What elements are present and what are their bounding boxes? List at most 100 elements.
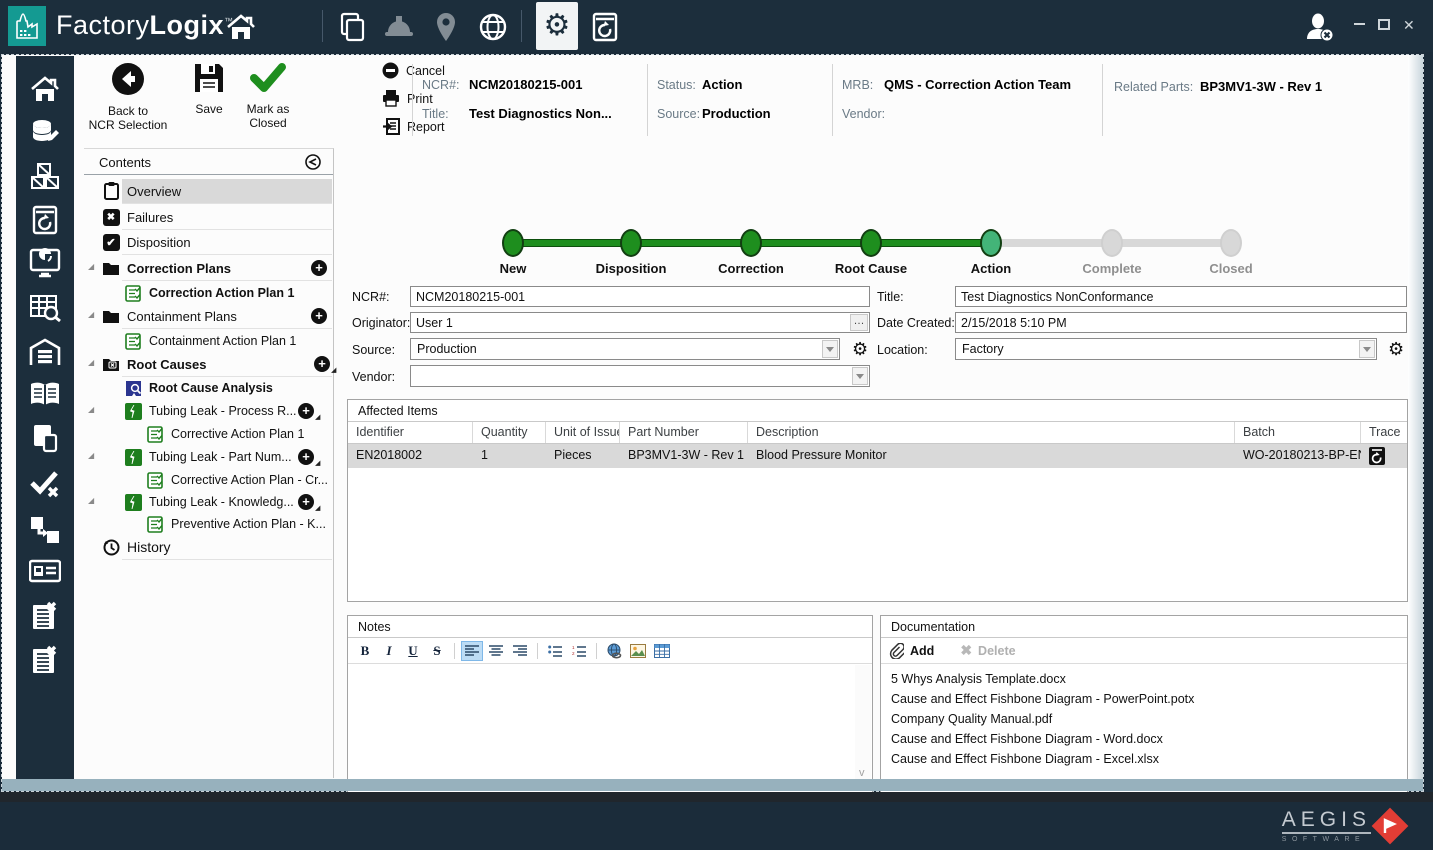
chevron-down-icon[interactable] (1359, 340, 1375, 358)
book-icon[interactable] (29, 378, 61, 410)
align-left-icon[interactable] (461, 640, 483, 661)
trace-refresh-icon[interactable] (1361, 444, 1407, 468)
copy-pages-icon[interactable] (29, 422, 61, 454)
originator-input[interactable] (410, 312, 870, 333)
collapse-panel-icon[interactable] (305, 154, 321, 170)
italic-icon[interactable]: I (378, 641, 400, 661)
cancel-button[interactable]: Cancel (382, 62, 445, 79)
add-dropdown-caret-icon[interactable]: ◢ (315, 459, 320, 467)
add-button[interactable]: + (298, 403, 314, 419)
gear-icon[interactable]: ⚙ (536, 2, 578, 50)
tree-item-corrective-action-plan-cr[interactable]: Corrective Action Plan - Cr... (146, 468, 328, 492)
tree-item-tubing-leak-process[interactable]: Tubing Leak - Process R... (124, 399, 297, 423)
expander-icon[interactable]: ◢ (88, 358, 94, 367)
tree-item-preventive-action-plan-k[interactable]: Preventive Action Plan - K... (146, 512, 326, 536)
tree-item-containment-action-plan-1[interactable]: Containment Action Plan 1 (124, 329, 296, 353)
column-batch[interactable]: Batch (1235, 422, 1361, 443)
chevron-down-icon[interactable] (822, 340, 838, 358)
affected-item-row[interactable]: EN2018002 1 Pieces BP3MV1-3W - Rev 1 Blo… (348, 444, 1407, 468)
add-button[interactable]: + (298, 449, 314, 465)
crates-icon[interactable] (29, 160, 61, 192)
minimize-icon[interactable] (1354, 22, 1365, 25)
close-icon[interactable]: ✕ (1403, 18, 1415, 32)
align-center-icon[interactable] (485, 641, 507, 661)
column-quantity[interactable]: Quantity (473, 422, 546, 443)
tree-item-tubing-leak-knowledge[interactable]: Tubing Leak - Knowledg... (124, 490, 294, 514)
align-right-icon[interactable] (509, 641, 531, 661)
notes-vertical-scrollbar[interactable]: v (855, 665, 871, 781)
document-file-item[interactable]: Company Quality Manual.pdf (891, 712, 1052, 726)
transfer-boxes-icon[interactable] (29, 514, 61, 546)
hardhat-icon[interactable] (382, 11, 416, 43)
add-button[interactable]: + (311, 260, 327, 276)
hyperlink-globe-icon[interactable] (603, 641, 625, 661)
ncr-input[interactable] (410, 286, 870, 307)
title-input[interactable] (955, 286, 1407, 307)
insert-image-icon[interactable] (627, 641, 649, 661)
home-icon[interactable] (224, 11, 258, 43)
database-edit-icon[interactable] (29, 117, 61, 149)
id-card-icon[interactable] (29, 555, 61, 587)
user-logout-icon[interactable] (1303, 11, 1337, 43)
tree-item-containment-plans[interactable]: Containment Plans (102, 304, 237, 328)
add-dropdown-caret-icon[interactable]: ◢ (331, 366, 336, 374)
chevron-down-icon[interactable] (852, 367, 868, 385)
location-settings-gear-icon[interactable]: ⚙ (1388, 340, 1404, 358)
add-button[interactable]: + (311, 308, 327, 324)
add-button[interactable]: + (298, 494, 314, 510)
strikethrough-icon[interactable]: S (426, 641, 448, 661)
refresh-doc-icon[interactable] (29, 204, 61, 236)
add-dropdown-caret-icon[interactable]: ◢ (315, 504, 320, 512)
tree-item-overview[interactable]: Overview (102, 179, 181, 203)
add-dropdown-caret-icon[interactable]: ◢ (315, 413, 320, 421)
tree-item-root-causes[interactable]: Root Causes (102, 352, 206, 376)
tree-item-tubing-leak-part-number[interactable]: Tubing Leak - Part Num... (124, 445, 292, 469)
tree-item-history[interactable]: History (102, 535, 171, 559)
source-select[interactable]: Production (410, 338, 840, 360)
originator-picker-button[interactable]: … (850, 314, 868, 331)
source-settings-gear-icon[interactable]: ⚙ (852, 340, 868, 358)
insert-table-icon[interactable] (651, 641, 673, 661)
location-pin-icon[interactable] (429, 11, 463, 43)
tree-item-correction-action-plan-1[interactable]: Correction Action Plan 1 (124, 281, 294, 305)
mark-as-closed-button[interactable]: Mark as Closed (226, 62, 310, 130)
table-search-icon[interactable] (29, 292, 61, 324)
tree-item-correction-plans[interactable]: Correction Plans (102, 256, 231, 280)
notes-editor[interactable] (349, 665, 856, 781)
tree-item-disposition[interactable]: ✔ Disposition (102, 230, 191, 254)
bold-icon[interactable]: B (354, 641, 376, 661)
numbered-list-icon[interactable]: 12 (568, 641, 590, 661)
document-file-item[interactable]: Cause and Effect Fishbone Diagram - Exce… (891, 752, 1159, 766)
add-document-button[interactable]: Add (910, 644, 934, 658)
expander-icon[interactable]: ◢ (88, 451, 94, 460)
column-trace[interactable]: Trace (1361, 422, 1407, 443)
add-button[interactable]: + (314, 356, 330, 372)
refresh-doc-icon[interactable] (588, 11, 622, 43)
document-file-item[interactable]: Cause and Effect Fishbone Diagram - Word… (891, 732, 1163, 746)
maximize-icon[interactable] (1378, 19, 1390, 30)
list-remove-icon[interactable] (29, 600, 61, 632)
tree-item-corrective-action-plan-1[interactable]: Corrective Action Plan 1 (146, 422, 304, 446)
location-select[interactable]: Factory (955, 338, 1377, 360)
expander-icon[interactable]: ◢ (88, 496, 94, 505)
list-remove-icon-2[interactable] (29, 644, 61, 676)
warehouse-icon[interactable] (29, 336, 61, 368)
tree-item-root-cause-analysis[interactable]: Root Cause Analysis (124, 376, 273, 400)
date-created-input[interactable] (955, 312, 1407, 333)
dashboard-monitor-icon[interactable] (29, 247, 61, 279)
delete-document-button[interactable]: Delete (978, 644, 1016, 658)
globe-icon[interactable] (476, 11, 510, 43)
expander-icon[interactable]: ◢ (88, 405, 94, 414)
bullet-list-icon[interactable] (544, 641, 566, 661)
expander-icon[interactable]: ◢ (88, 262, 94, 271)
tree-item-failures[interactable]: ✖ Failures (102, 205, 173, 229)
column-identifier[interactable]: Identifier (348, 422, 473, 443)
copy-pages-icon[interactable] (335, 11, 369, 43)
underline-icon[interactable]: U (402, 641, 424, 661)
print-button[interactable]: Print (382, 90, 433, 107)
document-file-item[interactable]: Cause and Effect Fishbone Diagram - Powe… (891, 692, 1194, 706)
expander-icon[interactable]: ◢ (88, 310, 94, 319)
column-unit-of-issue[interactable]: Unit of Issue (546, 422, 620, 443)
document-file-item[interactable]: 5 Whys Analysis Template.docx (891, 672, 1066, 686)
home-icon[interactable] (29, 73, 61, 105)
